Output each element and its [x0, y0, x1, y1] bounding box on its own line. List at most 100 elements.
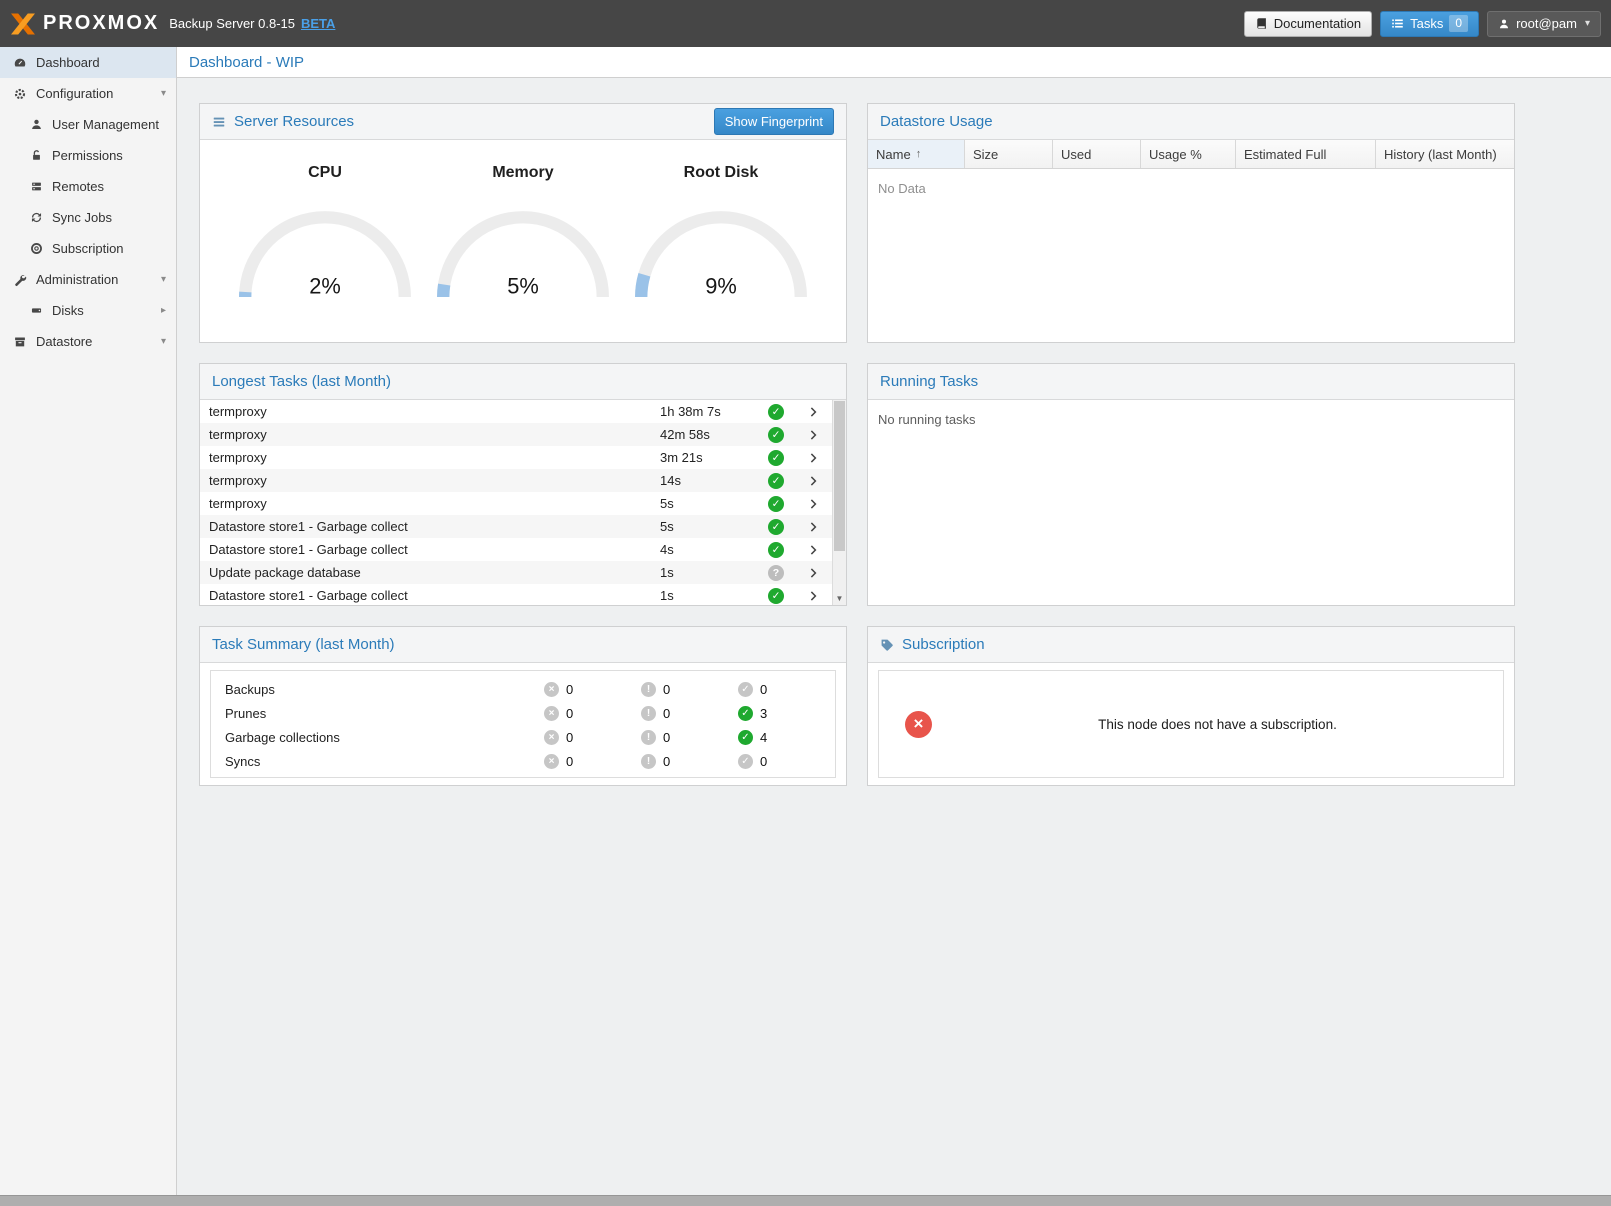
ok-icon: ✓: [738, 706, 753, 721]
caret-down-icon: ▾: [161, 274, 176, 285]
error-count[interactable]: ×0: [544, 706, 641, 721]
column-header-used[interactable]: Used: [1053, 140, 1141, 168]
tasks-button[interactable]: Tasks 0: [1380, 11, 1479, 37]
ok-icon: ✓: [738, 682, 753, 697]
task-row[interactable]: termproxy 3m 21s ✓: [200, 446, 832, 469]
column-header-name[interactable]: Name ↑: [868, 140, 965, 168]
task-row[interactable]: Update package database 1s ?: [200, 561, 832, 584]
task-summary-row: Syncs ×0 !0 ✓0: [211, 749, 835, 773]
subscription-panel: Subscription × This node does not have a…: [867, 626, 1515, 786]
content-header: Dashboard - WIP: [177, 47, 1611, 78]
task-row[interactable]: termproxy 14s ✓: [200, 469, 832, 492]
task-row[interactable]: termproxy 42m 58s ✓: [200, 423, 832, 446]
scrollbar-thumb[interactable]: [834, 401, 845, 551]
warning-icon: !: [641, 754, 656, 769]
subscription-status: × This node does not have a subscription…: [878, 670, 1504, 778]
show-fingerprint-button[interactable]: Show Fingerprint: [714, 108, 834, 135]
running-tasks-panel: Running Tasks No running tasks: [867, 363, 1515, 606]
table-header-row: Name ↑ Size Used Usage % Estimated Full …: [868, 140, 1514, 169]
proxmox-logo: PROXMOX: [10, 12, 159, 35]
error-count[interactable]: ×0: [544, 754, 641, 769]
page-title: Dashboard - WIP: [189, 54, 304, 71]
bottom-edge: [0, 1195, 1611, 1206]
chevron-right-icon[interactable]: [796, 521, 832, 533]
user-icon: [28, 118, 44, 131]
sidebar-item-configuration[interactable]: Configuration ▾: [0, 78, 176, 109]
no-subscription-icon: ×: [905, 711, 932, 738]
task-row[interactable]: Datastore store1 - Garbage collect 1s ✓: [200, 584, 832, 606]
chevron-right-icon[interactable]: [796, 498, 832, 510]
panel-title: Server Resources: [234, 113, 354, 130]
user-menu-button[interactable]: root@pam ▾: [1487, 11, 1601, 37]
status-ok-icon: ✓: [768, 588, 784, 604]
warning-count[interactable]: !0: [641, 730, 738, 745]
warning-count[interactable]: !0: [641, 682, 738, 697]
longest-tasks-panel: Longest Tasks (last Month) termproxy 1h …: [199, 363, 847, 606]
warning-count[interactable]: !0: [641, 754, 738, 769]
column-header-history[interactable]: History (last Month): [1376, 140, 1514, 168]
ok-count[interactable]: ✓3: [738, 706, 835, 721]
documentation-button[interactable]: Documentation: [1244, 11, 1372, 37]
error-count[interactable]: ×0: [544, 730, 641, 745]
task-summary-row: Backups ×0 !0 ✓0: [211, 677, 835, 701]
tasks-count-badge: 0: [1449, 15, 1468, 32]
sync-icon: [28, 211, 44, 224]
column-header-usage[interactable]: Usage %: [1141, 140, 1236, 168]
book-icon: [1255, 17, 1268, 30]
unlock-icon: [28, 149, 44, 162]
topbar: PROXMOX Backup Server 0.8-15 BETA Docume…: [0, 0, 1611, 47]
status-ok-icon: ✓: [768, 404, 784, 420]
scrollbar[interactable]: ▼: [832, 400, 846, 605]
task-row[interactable]: Datastore store1 - Garbage collect 5s ✓: [200, 515, 832, 538]
ok-count[interactable]: ✓0: [738, 754, 835, 769]
ribbon-icon: [880, 638, 894, 652]
chevron-right-icon[interactable]: [796, 406, 832, 418]
sidebar-item-datastore[interactable]: Datastore ▾: [0, 326, 176, 357]
server-resources-panel: Server Resources Show Fingerprint CPU 2%: [199, 103, 847, 343]
cpu-gauge: CPU 2%: [230, 164, 420, 342]
column-header-size[interactable]: Size: [965, 140, 1053, 168]
chevron-right-icon[interactable]: [796, 590, 832, 602]
caret-right-icon: ▸: [161, 305, 176, 316]
dashboard-icon: [12, 56, 28, 70]
sidebar-item-sync-jobs[interactable]: Sync Jobs: [0, 202, 176, 233]
error-count[interactable]: ×0: [544, 682, 641, 697]
sidebar-item-user-management[interactable]: User Management: [0, 109, 176, 140]
chevron-right-icon[interactable]: [796, 429, 832, 441]
warning-icon: !: [641, 682, 656, 697]
svg-text:2%: 2%: [309, 273, 341, 298]
sidebar-item-dashboard[interactable]: Dashboard: [0, 47, 176, 78]
sidebar-item-permissions[interactable]: Permissions: [0, 140, 176, 171]
task-row[interactable]: termproxy 5s ✓: [200, 492, 832, 515]
ok-count[interactable]: ✓0: [738, 682, 835, 697]
sort-asc-icon: ↑: [916, 148, 922, 160]
error-icon: ×: [544, 730, 559, 745]
task-row[interactable]: termproxy 1h 38m 7s ✓: [200, 400, 832, 423]
scroll-down-button[interactable]: ▼: [833, 591, 846, 605]
sidebar-item-administration[interactable]: Administration ▾: [0, 264, 176, 295]
task-list-icon: [1391, 17, 1404, 30]
ok-icon: ✓: [738, 730, 753, 745]
gears-icon: [12, 87, 28, 101]
ok-count[interactable]: ✓4: [738, 730, 835, 745]
chevron-right-icon[interactable]: [796, 475, 832, 487]
warning-icon: !: [641, 706, 656, 721]
warning-count[interactable]: !0: [641, 706, 738, 721]
chevron-right-icon[interactable]: [796, 452, 832, 464]
sidebar-item-remotes[interactable]: Remotes: [0, 171, 176, 202]
column-header-estimated-full[interactable]: Estimated Full: [1236, 140, 1376, 168]
sidebar-item-disks[interactable]: Disks ▸: [0, 295, 176, 326]
task-row[interactable]: Datastore store1 - Garbage collect 4s ✓: [200, 538, 832, 561]
proxmox-x-icon: [10, 13, 36, 35]
memory-gauge: Memory 5%: [428, 164, 618, 342]
status-ok-icon: ✓: [768, 450, 784, 466]
task-summary-row: Prunes ×0 !0 ✓3: [211, 701, 835, 725]
error-icon: ×: [544, 754, 559, 769]
panel-title: Task Summary (last Month): [212, 636, 395, 653]
subscription-message: This node does not have a subscription.: [932, 717, 1503, 732]
chevron-right-icon[interactable]: [796, 567, 832, 579]
beta-link[interactable]: BETA: [301, 16, 335, 31]
chevron-right-icon[interactable]: [796, 544, 832, 556]
datastore-usage-panel: Datastore Usage Name ↑ Size Used Usage %: [867, 103, 1515, 343]
sidebar-item-subscription[interactable]: Subscription: [0, 233, 176, 264]
